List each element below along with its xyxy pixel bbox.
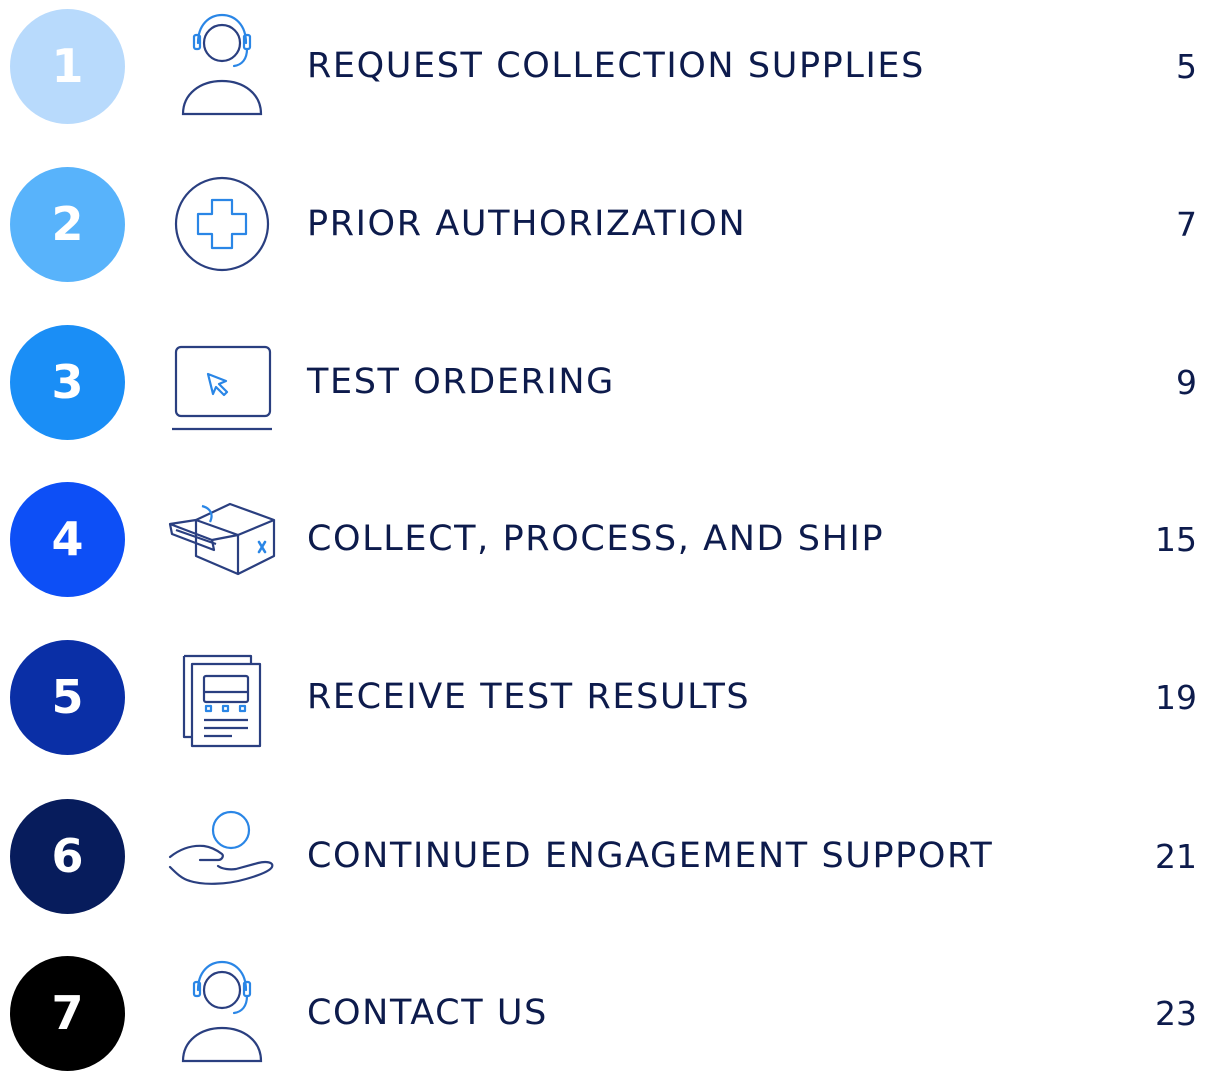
toc-item-page-number: 15: [1155, 520, 1197, 559]
toc-item-contact-us[interactable]: 7 CONTACT US 23: [0, 956, 1207, 1076]
toc-item-title: CONTINUED ENGAGEMENT SUPPORT: [307, 836, 994, 876]
toc-item-page-number: 5: [1176, 47, 1197, 86]
toc-item-prior-authorization[interactable]: 2 PRIOR AUTHORIZATION 7: [0, 167, 1207, 287]
report-documents-icon: [162, 640, 282, 755]
toc-item-title: RECEIVE TEST RESULTS: [307, 677, 751, 717]
shipping-box-icon: [162, 482, 282, 597]
toc-item-continued-engagement-support[interactable]: 6 CONTINUED ENGAGEMENT SUPPORT 21: [0, 799, 1207, 919]
toc-item-receive-test-results[interactable]: 5 RECEIVE TEST RESULTS 19: [0, 640, 1207, 760]
medical-cross-icon: [162, 167, 282, 282]
step-number-badge: 3: [10, 325, 125, 440]
toc-item-page-number: 21: [1155, 837, 1197, 876]
toc-item-request-collection-supplies[interactable]: 1 REQUEST COLLECTION SUPPLIES 5: [0, 9, 1207, 129]
headset-person-icon: [162, 956, 282, 1071]
toc-item-title: TEST ORDERING: [307, 362, 615, 402]
headset-person-icon: [162, 9, 282, 124]
step-number-badge: 2: [10, 167, 125, 282]
toc-item-title: CONTACT US: [307, 993, 548, 1033]
toc-item-title: PRIOR AUTHORIZATION: [307, 204, 747, 244]
toc-item-collect-process-ship[interactable]: 4 COLLECT, PROCESS, AND SHIP 15: [0, 482, 1207, 602]
toc-item-title: COLLECT, PROCESS, AND SHIP: [307, 519, 885, 559]
toc-item-title: REQUEST COLLECTION SUPPLIES: [307, 46, 925, 86]
toc-item-test-ordering[interactable]: 3 TEST ORDERING 9: [0, 325, 1207, 445]
support-hand-icon: [162, 799, 282, 914]
table-of-contents: 1 REQUEST COLLECTION SUPPLIES 5 2 PRIOR …: [0, 0, 1207, 1071]
step-number-badge: 7: [10, 956, 125, 1071]
step-number-badge: 1: [10, 9, 125, 124]
step-number-badge: 6: [10, 799, 125, 914]
toc-item-page-number: 19: [1155, 678, 1197, 717]
toc-item-page-number: 23: [1155, 994, 1197, 1033]
step-number-badge: 4: [10, 482, 125, 597]
step-number-badge: 5: [10, 640, 125, 755]
toc-item-page-number: 9: [1176, 363, 1197, 402]
toc-item-page-number: 7: [1176, 205, 1197, 244]
laptop-cursor-icon: [162, 325, 282, 440]
